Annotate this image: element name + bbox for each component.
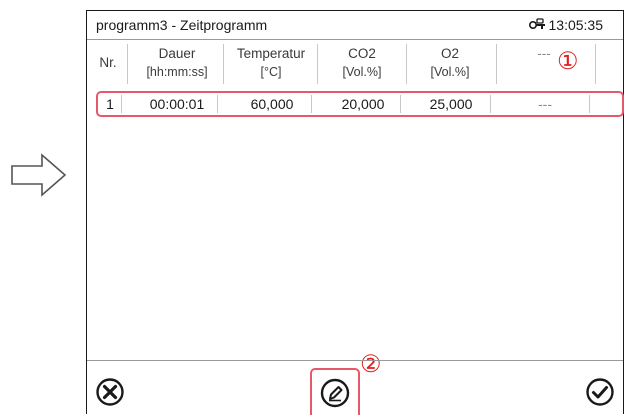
- column-divider: [589, 95, 590, 113]
- column-header-co2: CO2 [Vol.%]: [319, 40, 405, 86]
- close-circle-icon: [96, 378, 124, 406]
- column-header-label: Nr.: [99, 55, 117, 70]
- cell-temperatur: 60,000: [250, 96, 294, 112]
- column-header-label: O2: [440, 46, 459, 61]
- edit-button[interactable]: [310, 368, 360, 415]
- column-divider: [217, 95, 218, 113]
- column-divider: [121, 95, 122, 113]
- pencil-circle-icon: [320, 378, 350, 407]
- page-title: programm3 - Zeitprogramm: [96, 17, 268, 33]
- column-divider: [223, 44, 224, 84]
- column-header-dauer: Dauer [hh:mm:ss]: [133, 40, 221, 86]
- cell-dauer: 00:00:01: [149, 96, 205, 112]
- column-header-unit: [Vol.%]: [342, 65, 382, 79]
- cell-co2: 20,000: [341, 96, 385, 112]
- arrow-right-icon: [11, 153, 67, 197]
- clock: 13:05:35: [528, 17, 604, 33]
- column-header-label: Dauer: [158, 46, 196, 61]
- check-circle-icon: [586, 378, 614, 406]
- callout-marker-1: ①: [557, 48, 579, 75]
- column-divider: [595, 44, 596, 84]
- cancel-button[interactable]: [93, 375, 127, 409]
- column-divider: [317, 44, 318, 84]
- column-header-temperatur: Temperatur [°C]: [225, 40, 317, 86]
- table-row[interactable]: 1 00:00:01 60,000 20,000 25,000 ---: [96, 91, 624, 117]
- column-header-unit: [°C]: [260, 65, 282, 79]
- column-header-unit: [hh:mm:ss]: [146, 65, 208, 79]
- column-header-o2: O2 [Vol.%]: [407, 40, 493, 86]
- cell-o2: 25,000: [429, 96, 473, 112]
- divider: [87, 360, 623, 361]
- column-header-label: CO2: [348, 46, 376, 61]
- program-editor-screen: programm3 - Zeitprogramm 13:05:35 Nr. Da…: [86, 10, 624, 415]
- column-divider: [127, 44, 128, 84]
- table-header: Nr. Dauer [hh:mm:ss] Temperatur [°C] CO2…: [87, 40, 623, 88]
- callout-marker-2: ②: [360, 351, 382, 378]
- title-bar: programm3 - Zeitprogramm 13:05:35: [87, 11, 623, 40]
- confirm-button[interactable]: [583, 375, 617, 409]
- column-divider: [490, 95, 491, 113]
- column-divider: [496, 44, 497, 84]
- column-header-label: Temperatur: [236, 46, 306, 61]
- column-header-nr: Nr.: [93, 40, 123, 86]
- column-divider: [311, 95, 312, 113]
- cell-extra: ---: [538, 96, 552, 112]
- column-header-unit: [Vol.%]: [430, 65, 470, 79]
- column-divider: [400, 95, 401, 113]
- lock-key-icon: [528, 18, 545, 30]
- clock-time: 13:05:35: [548, 17, 604, 33]
- column-divider: [406, 44, 407, 84]
- cell-nr: 1: [106, 96, 114, 112]
